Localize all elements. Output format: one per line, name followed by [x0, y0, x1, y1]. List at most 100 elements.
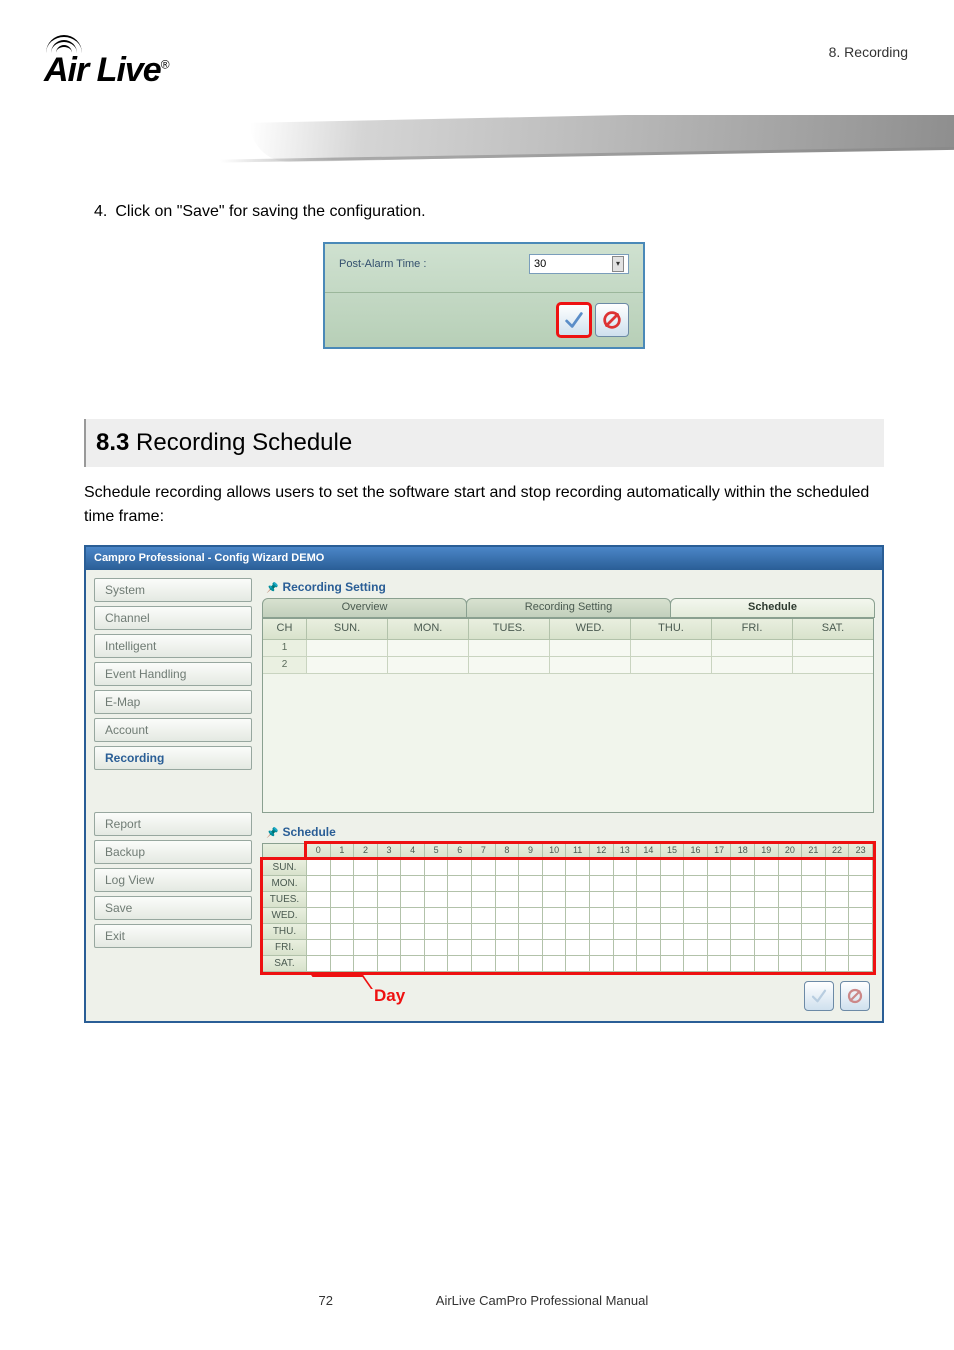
schedule-cell[interactable]: [731, 940, 755, 956]
schedule-cell[interactable]: [755, 956, 779, 972]
schedule-cell[interactable]: [637, 940, 661, 956]
schedule-cell[interactable]: [661, 892, 685, 908]
schedule-cell[interactable]: [566, 908, 590, 924]
schedule-cell[interactable]: [779, 940, 803, 956]
schedule-cell[interactable]: [519, 860, 543, 876]
schedule-cell[interactable]: [354, 956, 378, 972]
schedule-cell[interactable]: [849, 908, 873, 924]
schedule-cell[interactable]: [401, 940, 425, 956]
schedule-cell[interactable]: [779, 876, 803, 892]
schedule-cell[interactable]: [731, 956, 755, 972]
sidebar-item-channel[interactable]: Channel: [94, 606, 252, 630]
schedule-cell[interactable]: [849, 956, 873, 972]
schedule-cell[interactable]: [779, 860, 803, 876]
schedule-cell[interactable]: [708, 956, 732, 972]
schedule-cell[interactable]: [661, 908, 685, 924]
schedule-cell[interactable]: [378, 892, 402, 908]
schedule-cell[interactable]: [826, 876, 850, 892]
schedule-cell[interactable]: [590, 924, 614, 940]
sidebar-item-system[interactable]: System: [94, 578, 252, 602]
schedule-cell[interactable]: [307, 940, 331, 956]
schedule-cell[interactable]: [590, 940, 614, 956]
schedule-cell[interactable]: [496, 908, 520, 924]
schedule-cell[interactable]: [708, 940, 732, 956]
channel-day-cell[interactable]: [712, 640, 793, 656]
sidebar-item-intelligent[interactable]: Intelligent: [94, 634, 252, 658]
schedule-cell[interactable]: [425, 860, 449, 876]
schedule-cell[interactable]: [661, 876, 685, 892]
schedule-cell[interactable]: [307, 892, 331, 908]
schedule-cell[interactable]: [755, 876, 779, 892]
schedule-cell[interactable]: [519, 924, 543, 940]
schedule-cell[interactable]: [708, 924, 732, 940]
sidebar-item-account[interactable]: Account: [94, 718, 252, 742]
schedule-cell[interactable]: [401, 956, 425, 972]
schedule-cell[interactable]: [331, 940, 355, 956]
schedule-cell[interactable]: [755, 908, 779, 924]
schedule-cell[interactable]: [378, 940, 402, 956]
schedule-cell[interactable]: [849, 924, 873, 940]
schedule-cell[interactable]: [425, 940, 449, 956]
schedule-cell[interactable]: [637, 956, 661, 972]
schedule-cell[interactable]: [354, 876, 378, 892]
schedule-cell[interactable]: [401, 908, 425, 924]
schedule-cell[interactable]: [496, 924, 520, 940]
schedule-cell[interactable]: [307, 924, 331, 940]
schedule-cell[interactable]: [590, 908, 614, 924]
channel-day-cell[interactable]: [712, 657, 793, 673]
schedule-cell[interactable]: [614, 924, 638, 940]
schedule-cell[interactable]: [802, 956, 826, 972]
schedule-cell[interactable]: [826, 860, 850, 876]
schedule-cell[interactable]: [637, 860, 661, 876]
schedule-cell[interactable]: [448, 892, 472, 908]
schedule-cell[interactable]: [354, 924, 378, 940]
schedule-cell[interactable]: [708, 876, 732, 892]
channel-day-cell[interactable]: [388, 657, 469, 673]
schedule-cell[interactable]: [307, 956, 331, 972]
schedule-cell[interactable]: [378, 924, 402, 940]
schedule-cell[interactable]: [425, 908, 449, 924]
schedule-cell[interactable]: [425, 924, 449, 940]
schedule-cell[interactable]: [684, 924, 708, 940]
schedule-cell[interactable]: [401, 892, 425, 908]
schedule-cell[interactable]: [661, 940, 685, 956]
schedule-cell[interactable]: [614, 860, 638, 876]
schedule-cell[interactable]: [779, 892, 803, 908]
channel-day-cell[interactable]: [550, 640, 631, 656]
channel-day-cell[interactable]: [307, 657, 388, 673]
sidebar-item-e-map[interactable]: E-Map: [94, 690, 252, 714]
schedule-cell[interactable]: [331, 956, 355, 972]
schedule-cell[interactable]: [543, 908, 567, 924]
schedule-save-button[interactable]: [804, 981, 834, 1011]
tab-recording-setting[interactable]: Recording Setting: [466, 598, 671, 618]
schedule-cell[interactable]: [731, 860, 755, 876]
schedule-cell[interactable]: [684, 892, 708, 908]
schedule-cell[interactable]: [425, 956, 449, 972]
schedule-cell[interactable]: [708, 892, 732, 908]
schedule-cell[interactable]: [448, 940, 472, 956]
schedule-cell[interactable]: [307, 908, 331, 924]
schedule-cell[interactable]: [331, 892, 355, 908]
schedule-cell[interactable]: [496, 892, 520, 908]
schedule-cell[interactable]: [543, 892, 567, 908]
schedule-cell[interactable]: [496, 956, 520, 972]
sidebar-item-event-handling[interactable]: Event Handling: [94, 662, 252, 686]
schedule-cell[interactable]: [331, 860, 355, 876]
schedule-cell[interactable]: [802, 860, 826, 876]
schedule-cell[interactable]: [519, 908, 543, 924]
schedule-cell[interactable]: [684, 908, 708, 924]
schedule-cell[interactable]: [684, 940, 708, 956]
schedule-cell[interactable]: [802, 924, 826, 940]
schedule-cell[interactable]: [779, 956, 803, 972]
cancel-button[interactable]: [595, 303, 629, 337]
channel-day-cell[interactable]: [631, 640, 712, 656]
schedule-cell[interactable]: [566, 940, 590, 956]
schedule-cell[interactable]: [637, 924, 661, 940]
schedule-cell[interactable]: [566, 924, 590, 940]
schedule-cell[interactable]: [755, 924, 779, 940]
sidebar-item-save[interactable]: Save: [94, 896, 252, 920]
schedule-cell[interactable]: [755, 860, 779, 876]
tab-schedule[interactable]: Schedule: [670, 598, 875, 618]
schedule-cell[interactable]: [519, 940, 543, 956]
schedule-cell[interactable]: [661, 956, 685, 972]
